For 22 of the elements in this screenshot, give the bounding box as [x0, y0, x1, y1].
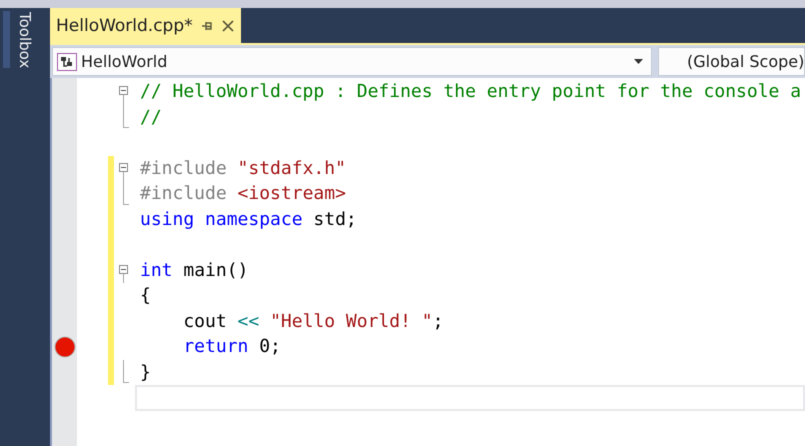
code-line: int main()	[140, 260, 248, 280]
code-line: using namespace std;	[140, 208, 357, 230]
scope-dropdown[interactable]: (Global Scope)	[658, 47, 805, 76]
project-dropdown[interactable]: HelloWorld	[52, 47, 652, 76]
file-tab[interactable]: HelloWorld.cpp*	[50, 8, 241, 43]
collapse-icon[interactable]	[119, 86, 128, 95]
code-line: return 0;	[182, 336, 281, 357]
breakpoint-icon[interactable]	[54, 336, 76, 358]
collapse-icon[interactable]	[119, 162, 128, 172]
caret-icon	[634, 59, 643, 64]
close-icon[interactable]	[220, 18, 235, 32]
code-line: // HelloWorld.cpp : Defines the entry point for the console a	[140, 81, 802, 102]
code-line: }	[140, 362, 151, 382]
project-icon	[57, 52, 77, 70]
code-line: //	[140, 106, 162, 128]
code-line: cout << "Hello World! ";	[182, 310, 444, 332]
code-line: #include <iostream>	[140, 183, 346, 204]
toolbox-tab[interactable]: Toolbox	[3, 11, 34, 68]
pin-icon[interactable]	[200, 20, 213, 32]
collapse-icon[interactable]	[119, 264, 128, 274]
code-line: {	[140, 285, 151, 306]
code-line: #include "stdafx.h"	[140, 158, 346, 178]
